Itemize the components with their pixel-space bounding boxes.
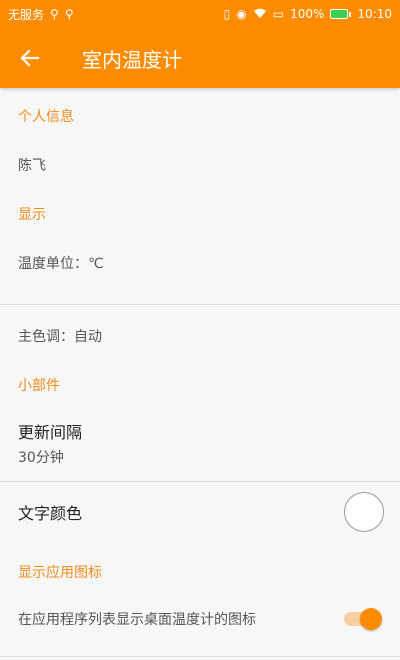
battery-icon [330,9,352,19]
pref-theme-color[interactable]: 主色调：自动 [0,315,400,357]
pref-update-interval-title: 更新间隔 [18,423,83,442]
color-swatch[interactable] [344,492,384,532]
pref-text-color-title: 文字颜色 [18,504,83,523]
vibrate-icon: ▯ [223,7,231,21]
status-bar: 无服务 ⚲ ⚲ ▯ ◉ ▭ 100% 10:10 [0,0,400,28]
section-title-display: 显示 [18,207,46,223]
divider [0,656,400,657]
switch-thumb [360,608,382,630]
page-title: 室内温度计 [82,47,182,72]
app-bar: 室内温度计 [0,28,400,88]
pref-theme-color-label: 主色调：自动 [18,329,102,345]
arrow-left-icon [20,49,40,67]
eye-icon: ◉ [236,7,247,21]
pref-show-app-icon-label: 在应用程序列表显示桌面温度计的图标 [18,612,256,628]
carrier-text: 无服务 [8,7,45,22]
battery-percent: 100% [290,7,325,21]
wifi-icon [253,8,267,21]
usb-icon: ⚲ [50,7,59,21]
pref-name-value: 陈飞 [18,158,46,174]
pref-update-interval-value: 30分钟 [18,450,64,466]
sim-icon: ▭ [272,7,285,21]
pref-text-color[interactable]: 文字颜色 [0,482,400,542]
back-button[interactable] [0,28,60,88]
section-title-app-icon: 显示应用图标 [18,565,102,581]
pref-show-app-icon[interactable]: 在应用程序列表显示桌面温度计的图标 [0,602,400,636]
clock: 10:10 [357,7,392,21]
pref-temperature-unit[interactable]: 温度单位：℃ [0,242,400,284]
pref-update-interval[interactable]: 更新间隔 30分钟 [0,405,400,481]
usb-debug-icon: ⚲ [64,7,74,21]
pref-temperature-unit-label: 温度单位：℃ [18,256,104,272]
show-app-icon-switch[interactable] [342,606,382,632]
section-title-personal: 个人信息 [18,109,74,125]
pref-name[interactable]: 陈飞 [0,144,400,186]
divider [0,304,400,305]
